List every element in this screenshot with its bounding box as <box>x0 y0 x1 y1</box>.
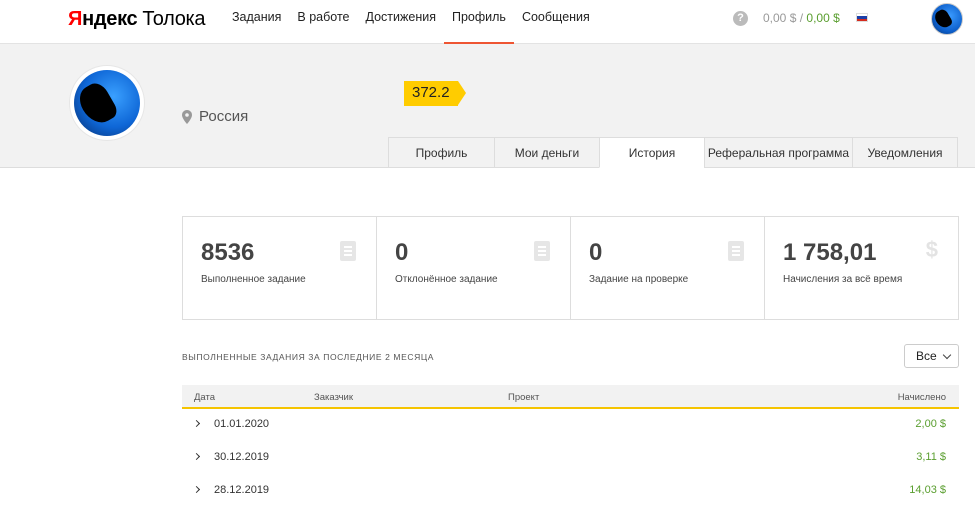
dollar-icon: $ <box>925 237 938 262</box>
table-row[interactable]: 01.01.2020 2,00 $ <box>182 409 959 442</box>
main-nav: Задания В работе Достижения Профиль Сооб… <box>224 0 598 44</box>
stats-panel: 8536 Выполненное задание 0 Отклонённое з… <box>182 216 959 320</box>
period-filter-select[interactable]: Все <box>904 344 959 368</box>
stat-value: 8536 <box>201 239 255 266</box>
stat-value: 0 <box>589 239 603 266</box>
profile-tabs: Профиль Мои деньги История Реферальная п… <box>388 137 958 168</box>
stat-rejected: 0 Отклонённое задание <box>377 217 571 319</box>
table-row[interactable]: 30.12.2019 3,11 $ <box>182 442 959 475</box>
nav-profile[interactable]: Профиль <box>443 0 514 44</box>
nav-in-progress[interactable]: В работе <box>289 0 357 44</box>
balance[interactable]: 0,00 $ / 0,00 $ <box>763 11 840 25</box>
stat-total-earnings: 1 758,01 Начисления за всё время $ <box>765 217 958 319</box>
row-date: 30.12.2019 <box>214 451 270 463</box>
stat-on-review: 0 Задание на проверке <box>571 217 765 319</box>
yandex-toloka-logo[interactable]: Яндекс Толока <box>68 8 206 31</box>
chevron-right-icon[interactable] <box>192 452 201 461</box>
document-icon <box>728 241 744 261</box>
tab-referral-program[interactable]: Реферальная программа <box>704 137 852 168</box>
table-row[interactable]: 28.12.2019 14,03 $ <box>182 475 959 508</box>
location: Россия <box>182 108 248 125</box>
row-amount: 14,03 $ <box>909 484 946 496</box>
history-section-title: ВЫПОЛНЕННЫЕ ЗАДАНИЯ ЗА ПОСЛЕДНИЕ 2 МЕСЯЦ… <box>182 352 434 362</box>
chevron-down-icon <box>942 350 952 360</box>
nav-tasks[interactable]: Задания <box>224 0 289 44</box>
help-icon[interactable]: ? <box>733 11 748 26</box>
column-project[interactable]: Проект <box>508 392 539 403</box>
user-avatar[interactable] <box>931 3 963 35</box>
column-date[interactable]: Дата <box>194 392 215 403</box>
row-amount: 2,00 $ <box>915 418 946 430</box>
tab-my-money[interactable]: Мои деньги <box>494 137 599 168</box>
stat-label: Отклонённое задание <box>395 274 498 285</box>
location-text: Россия <box>199 108 249 125</box>
tab-profile[interactable]: Профиль <box>388 137 494 168</box>
column-customer[interactable]: Заказчик <box>314 392 353 403</box>
document-icon <box>340 241 356 261</box>
column-amount[interactable]: Начислено <box>898 392 946 403</box>
stat-value: 1 758,01 <box>783 239 877 266</box>
russian-flag-icon[interactable] <box>856 13 868 22</box>
nav-achievements[interactable]: Достижения <box>358 0 444 44</box>
rating-badge: 372.2 <box>404 81 466 106</box>
profile-avatar <box>70 66 144 140</box>
stat-label: Задание на проверке <box>589 274 689 285</box>
row-amount: 3,11 $ <box>916 451 946 463</box>
stat-completed: 8536 Выполненное задание <box>183 217 377 319</box>
stat-label: Начисления за всё время <box>783 274 903 285</box>
nav-messages[interactable]: Сообщения <box>514 0 598 44</box>
chevron-right-icon[interactable] <box>192 419 201 428</box>
stat-label: Выполненное задание <box>201 274 306 285</box>
chevron-right-icon[interactable] <box>192 485 201 494</box>
row-date: 28.12.2019 <box>214 484 270 496</box>
row-date: 01.01.2020 <box>214 418 270 430</box>
top-bar: Яндекс Толока Задания В работе Достижения… <box>0 0 975 44</box>
location-pin-icon <box>182 109 192 124</box>
tab-notifications[interactable]: Уведомления <box>852 137 958 168</box>
stat-value: 0 <box>395 239 409 266</box>
tab-history[interactable]: История <box>599 137 704 168</box>
document-icon <box>534 241 550 261</box>
history-table-header: Дата Заказчик Проект Начислено <box>182 385 959 409</box>
